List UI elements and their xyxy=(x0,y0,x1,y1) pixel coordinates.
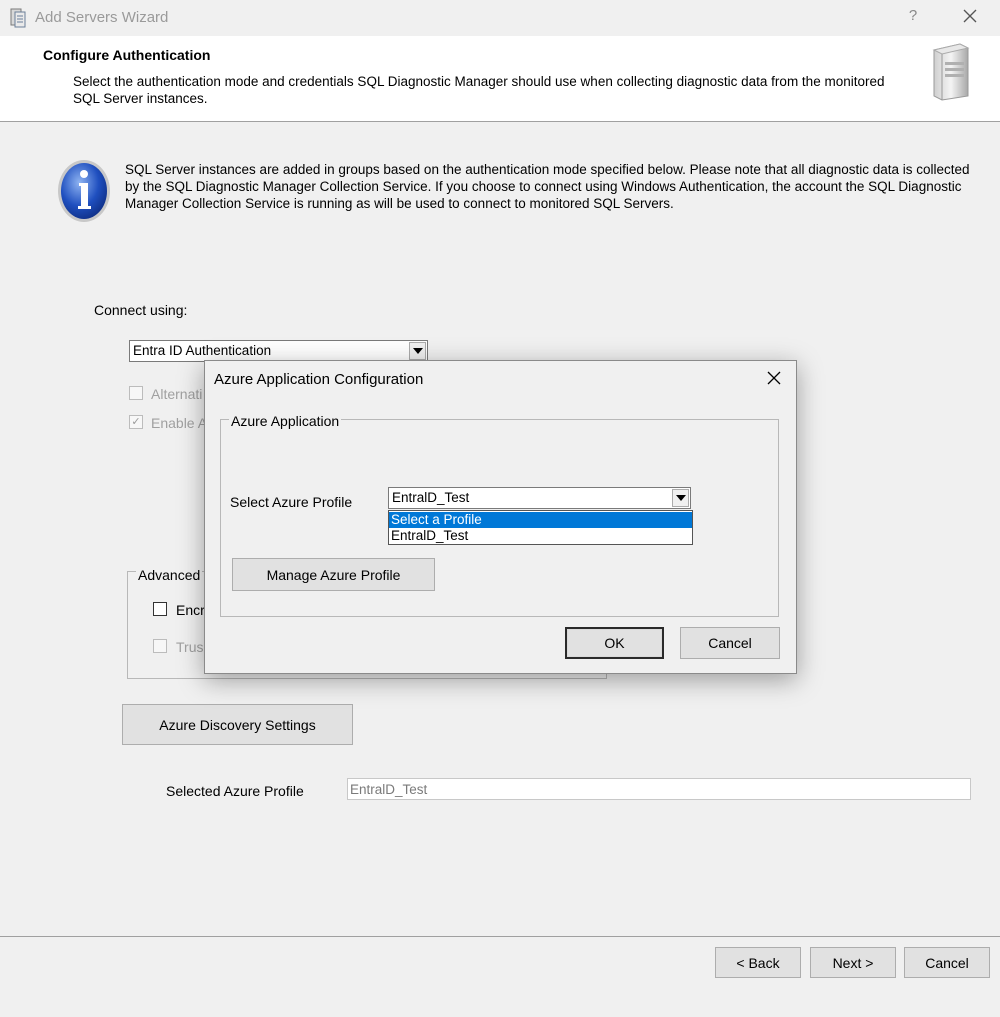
encrypt-checkbox-label: Encr xyxy=(176,602,205,618)
alternate-checkbox[interactable] xyxy=(129,386,143,400)
selected-azure-profile-field: EntralD_Test xyxy=(347,778,971,800)
manage-azure-profile-button[interactable]: Manage Azure Profile xyxy=(232,558,435,591)
selected-azure-profile-label: Selected Azure Profile xyxy=(166,783,304,799)
trust-checkbox[interactable] xyxy=(153,639,167,653)
azure-application-legend: Azure Application xyxy=(229,413,342,429)
chevron-down-icon[interactable] xyxy=(409,342,426,360)
server-stack-icon xyxy=(10,8,26,28)
page-title: Configure Authentication xyxy=(43,47,211,63)
info-icon xyxy=(57,158,111,224)
dialog-cancel-button[interactable]: Cancel xyxy=(680,627,780,659)
encrypt-checkbox[interactable] xyxy=(153,602,167,616)
azure-discovery-settings-button[interactable]: Azure Discovery Settings xyxy=(122,704,353,745)
advanced-group-legend: Advanced xyxy=(136,567,203,583)
select-azure-profile-label: Select Azure Profile xyxy=(230,494,353,510)
footer-divider xyxy=(0,936,1000,937)
dropdown-option[interactable]: Select a Profile xyxy=(389,512,692,528)
next-button[interactable]: Next > xyxy=(810,947,896,978)
window-title: Add Servers Wizard xyxy=(35,9,169,26)
chevron-down-icon[interactable] xyxy=(672,489,689,507)
close-icon[interactable] xyxy=(960,6,980,26)
server-icon xyxy=(930,42,970,102)
azure-profile-dropdown: Select a Profile EntralD_Test xyxy=(388,510,693,545)
cancel-button[interactable]: Cancel xyxy=(904,947,990,978)
azure-profile-value: EntralD_Test xyxy=(392,490,470,505)
info-text: SQL Server instances are added in groups… xyxy=(125,162,970,211)
page-description: Select the authentication mode and crede… xyxy=(73,74,885,106)
connect-using-label: Connect using: xyxy=(94,302,188,318)
trust-checkbox-label: Trus xyxy=(176,639,204,655)
alternate-checkbox-label: Alternati xyxy=(151,386,203,402)
authentication-mode-value: Entra ID Authentication xyxy=(133,343,272,358)
enable-checkbox[interactable]: ✓ xyxy=(129,415,143,429)
dialog-title: Azure Application Configuration xyxy=(214,371,424,388)
enable-checkbox-label: Enable A xyxy=(151,415,208,431)
help-button[interactable]: ? xyxy=(905,7,921,24)
azure-profile-select[interactable]: EntralD_Test xyxy=(388,487,691,509)
dropdown-option[interactable]: EntralD_Test xyxy=(389,528,692,544)
authentication-mode-select[interactable]: Entra ID Authentication xyxy=(129,340,428,362)
close-icon[interactable] xyxy=(765,369,783,387)
back-button[interactable]: < Back xyxy=(715,947,801,978)
ok-button[interactable]: OK xyxy=(565,627,664,659)
